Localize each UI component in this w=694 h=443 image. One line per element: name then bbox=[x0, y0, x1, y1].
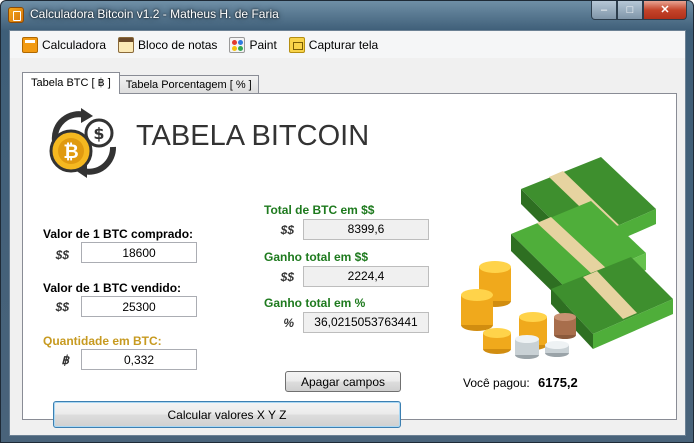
gain-currency-symbol: $$ bbox=[280, 270, 294, 284]
sell-price-input[interactable] bbox=[81, 296, 197, 317]
amount-paid-value: 6175,2 bbox=[538, 375, 578, 390]
sell-currency-symbol: $$ bbox=[55, 300, 69, 314]
tab-tabela-porcentagem[interactable]: Tabela Porcentagem [ % ] bbox=[118, 75, 259, 94]
total-gain-percent-output: 36,0215053763441 bbox=[303, 312, 429, 333]
notepad-icon bbox=[118, 36, 135, 53]
total-gain-percent-label: Ganho total em % bbox=[264, 296, 366, 310]
menu-item-bloco-de-notas[interactable]: Bloco de notas bbox=[112, 34, 223, 56]
maximize-button[interactable]: □ bbox=[617, 1, 643, 20]
bitcoin-exchange-icon: $ ₿ bbox=[49, 108, 116, 178]
buy-price-input[interactable] bbox=[81, 242, 197, 263]
tab-tabela-btc[interactable]: Tabela BTC [ ฿ ] bbox=[22, 72, 120, 94]
percent-symbol: % bbox=[283, 316, 294, 330]
btc-quantity-label: Quantidade em BTC: bbox=[43, 334, 162, 348]
calculator-icon bbox=[22, 36, 38, 53]
client-area: Calculadora Bloco de notas Paint Captura… bbox=[9, 30, 686, 436]
svg-text:$: $ bbox=[93, 124, 104, 143]
total-btc-label: Total de BTC em $$ bbox=[264, 203, 375, 217]
menu-label: Capturar tela bbox=[308, 37, 379, 52]
buy-currency-symbol: $$ bbox=[55, 248, 69, 262]
menu-label: Paint bbox=[249, 37, 277, 52]
app-icon bbox=[8, 7, 24, 23]
total-btc-output: 8399,6 bbox=[303, 219, 429, 240]
menu-label: Calculadora bbox=[42, 37, 107, 52]
calculate-button[interactable]: Calcular valores X Y Z bbox=[53, 401, 401, 428]
sell-price-label: Valor de 1 BTC vendido: bbox=[43, 281, 182, 295]
clear-fields-button[interactable]: Apagar campos bbox=[285, 371, 401, 392]
menu-label: Bloco de notas bbox=[138, 37, 218, 52]
minimize-button[interactable]: – bbox=[591, 1, 617, 20]
close-button[interactable]: ✕ bbox=[643, 1, 687, 20]
title-bar[interactable]: Calculadora Bitcoin v1.2 - Matheus H. de… bbox=[1, 1, 693, 29]
paint-icon bbox=[229, 36, 246, 53]
btc-currency-symbol: ฿ bbox=[61, 353, 69, 367]
btc-quantity-input[interactable] bbox=[81, 349, 197, 370]
menu-item-calculadora[interactable]: Calculadora bbox=[16, 34, 112, 56]
window-title: Calculadora Bitcoin v1.2 - Matheus H. de… bbox=[30, 7, 279, 21]
buy-price-label: Valor de 1 BTC comprado: bbox=[43, 227, 194, 241]
total-gain-output: 2224,4 bbox=[303, 266, 429, 287]
menu-bar: Calculadora Bloco de notas Paint Captura… bbox=[10, 31, 685, 58]
tab-panel-btc: $ ₿ TABELA BITCOIN Valor de 1 BTC compra… bbox=[22, 93, 677, 428]
window-controls: – □ ✕ bbox=[591, 1, 687, 21]
menu-item-paint[interactable]: Paint bbox=[223, 34, 282, 56]
total-gain-label: Ganho total em $$ bbox=[264, 250, 369, 264]
money-pile-illustration bbox=[461, 157, 673, 359]
total-currency-symbol: $$ bbox=[280, 223, 294, 237]
app-window: Calculadora Bitcoin v1.2 - Matheus H. de… bbox=[0, 0, 694, 443]
svg-text:₿: ₿ bbox=[63, 141, 78, 163]
menu-item-capturar-tela[interactable]: Capturar tela bbox=[283, 34, 384, 56]
screenshot-icon bbox=[288, 36, 305, 53]
amount-paid-label: Você pagou: bbox=[463, 376, 530, 390]
page-title: TABELA BITCOIN bbox=[136, 120, 370, 152]
tab-strip: Tabela BTC [ ฿ ] Tabela Porcentagem [ % … bbox=[22, 72, 259, 94]
